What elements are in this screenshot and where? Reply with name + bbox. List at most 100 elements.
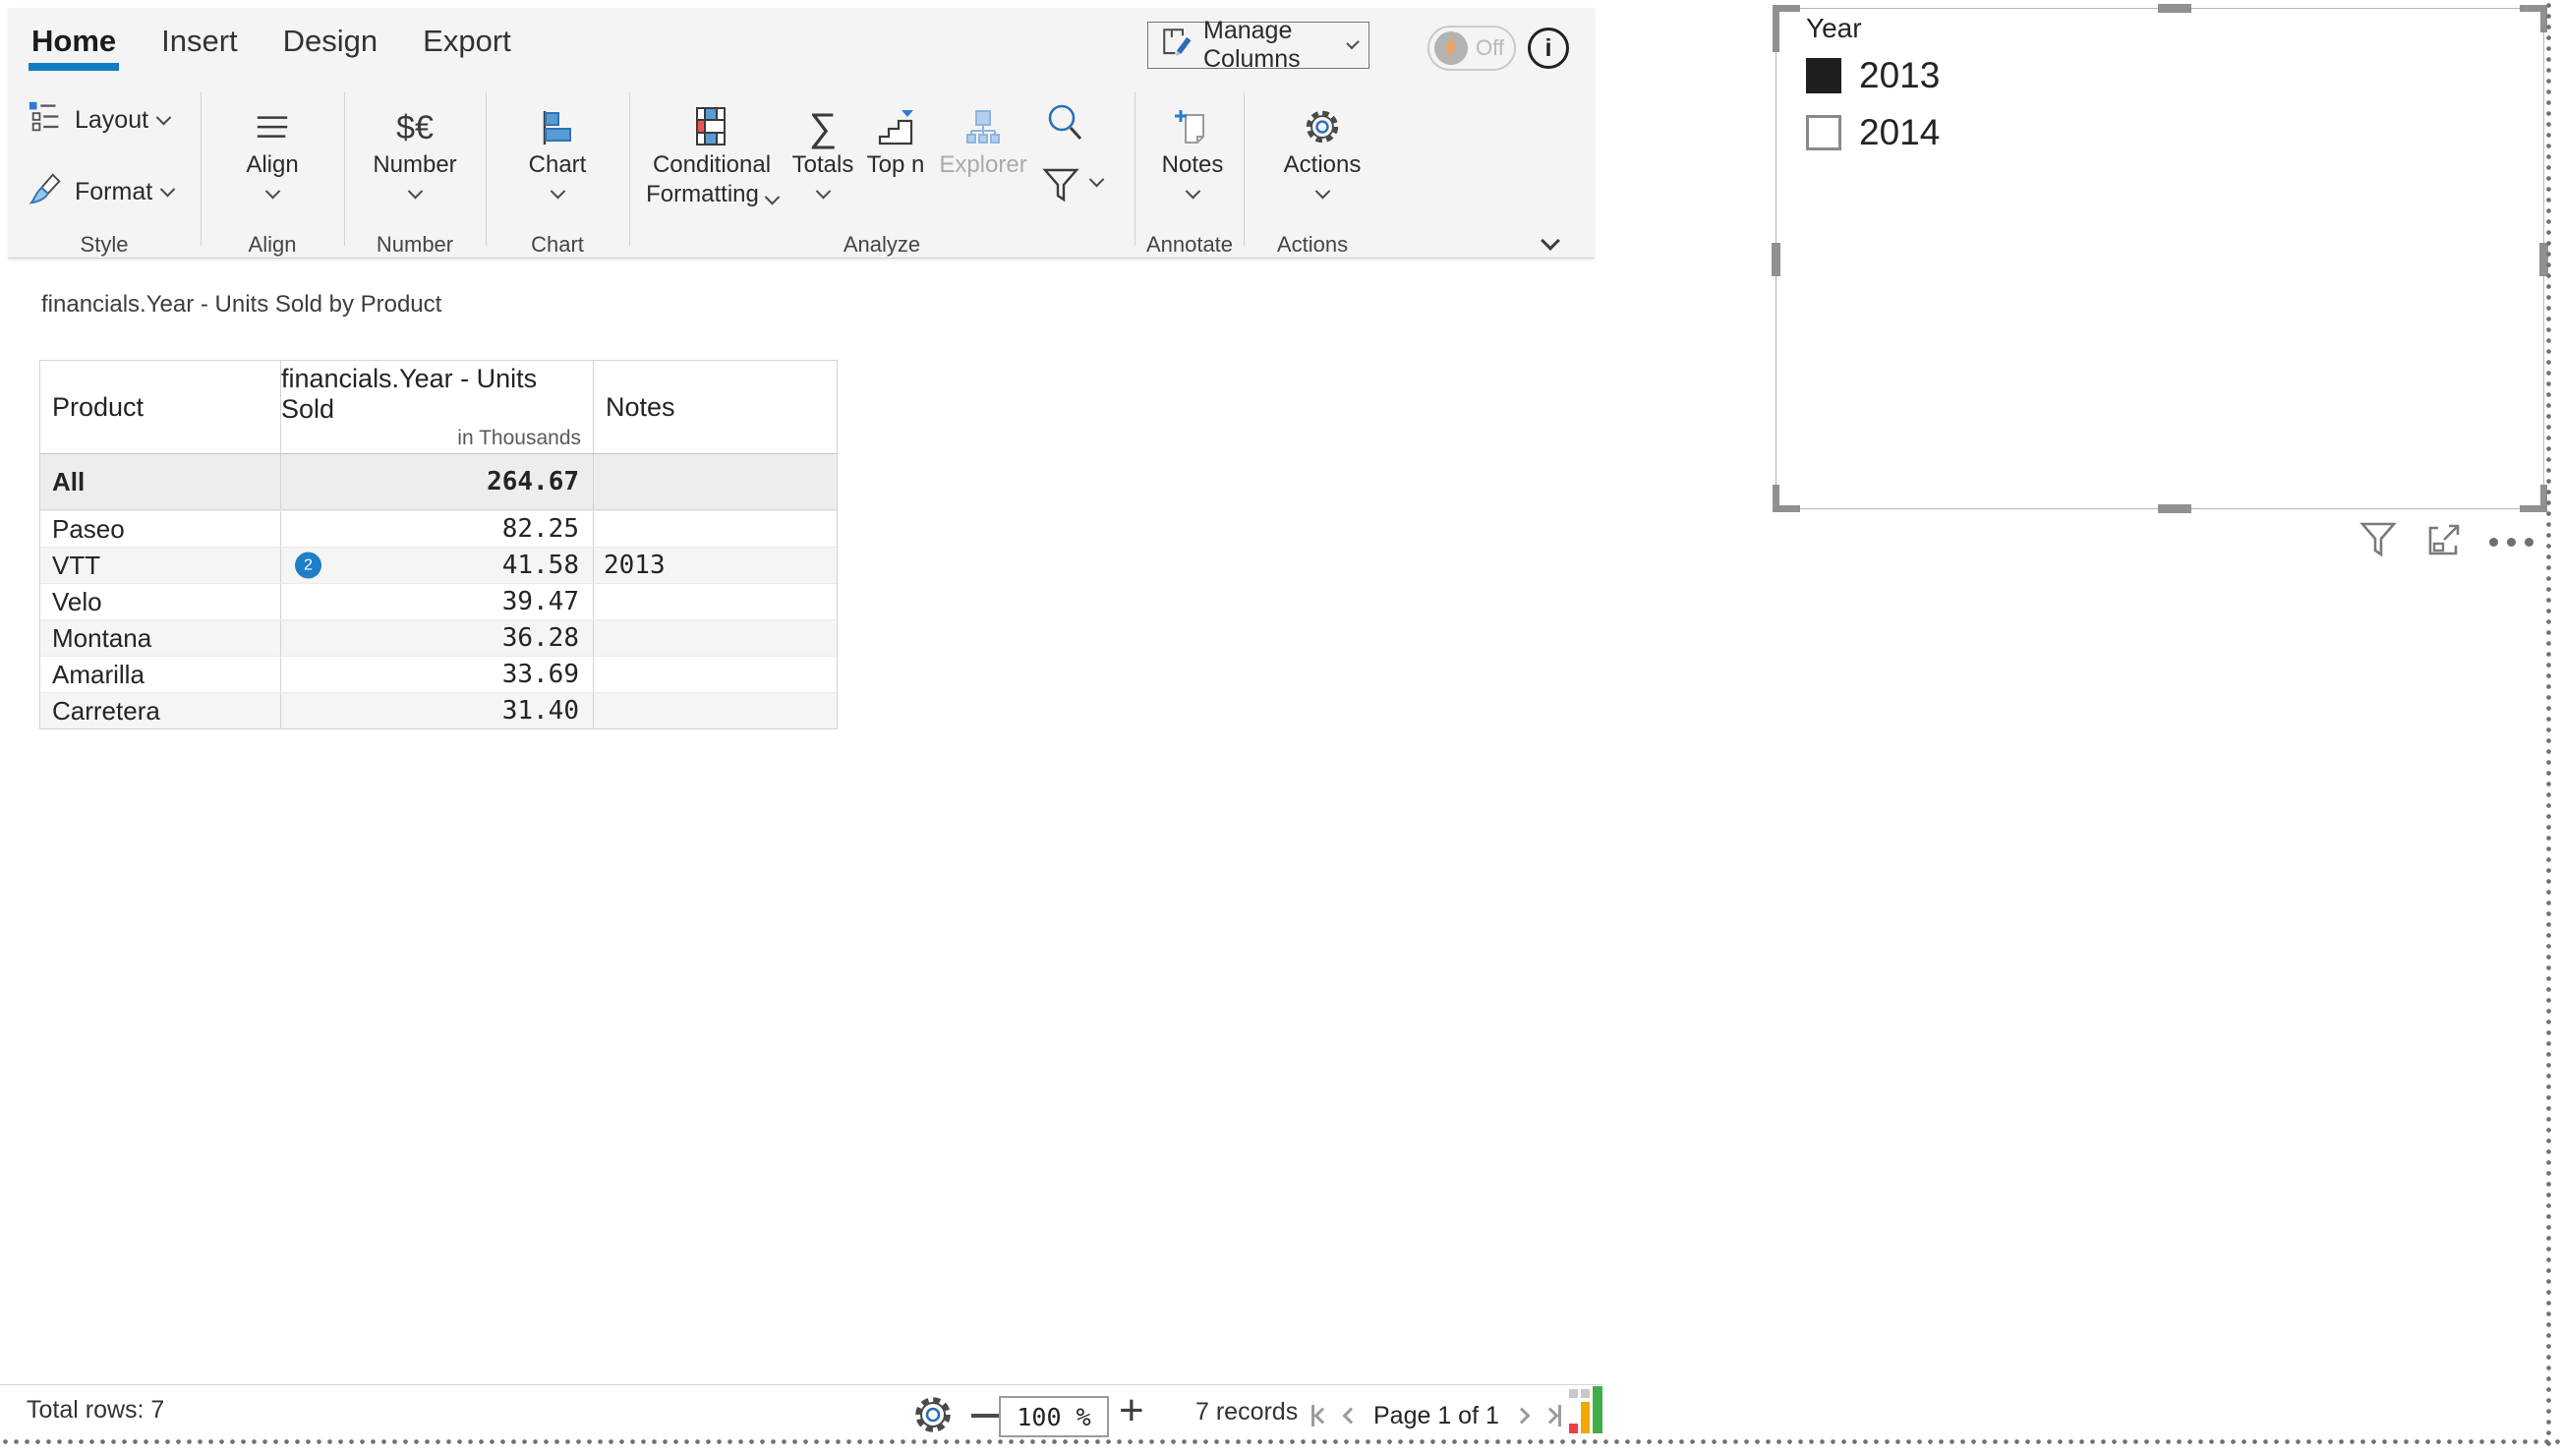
slicer-option-2013[interactable]: 2013 [1806, 56, 1940, 95]
chevron-down-icon [815, 184, 831, 200]
column-header-value[interactable]: financials.Year - Units Sold in Thousand… [280, 361, 593, 453]
data-table: Product financials.Year - Units Sold in … [39, 360, 838, 729]
year-slicer-visual[interactable]: Year 2013 2014 [1776, 8, 2544, 509]
column-header-product[interactable]: Product [40, 361, 280, 453]
gear-icon [1302, 100, 1343, 147]
layout-button[interactable]: Layout [28, 98, 169, 142]
actions-button-label: Actions [1284, 151, 1362, 179]
chart-button-label: Chart [529, 151, 587, 179]
search-icon [1042, 133, 1087, 149]
resize-handle[interactable] [1773, 5, 1779, 52]
number-button[interactable]: $€ Number [361, 100, 469, 200]
table-row[interactable]: Amarilla 33.69 [40, 656, 837, 692]
notes-button[interactable]: Notes [1138, 100, 1247, 200]
first-page-button[interactable] [1311, 1405, 1328, 1427]
notes-cell: 2013 [593, 548, 837, 583]
table-row[interactable]: Paseo 82.25 [40, 510, 837, 547]
top-n-button[interactable]: Top n [850, 100, 941, 179]
explorer-button[interactable]: Explorer [929, 100, 1037, 179]
number-group-label: Number [351, 232, 479, 258]
resize-handle[interactable] [2158, 4, 2191, 13]
focus-mode-icon[interactable] [2424, 520, 2464, 564]
notes-cell [593, 584, 837, 619]
slicer-option-2014[interactable]: 2014 [1806, 113, 1940, 152]
tab-home[interactable]: Home [31, 24, 116, 71]
zoom-level-input[interactable]: 100 % [999, 1396, 1109, 1437]
total-value-cell: 264.67 [280, 454, 593, 509]
value-cell: 82.25 [280, 511, 593, 547]
product-cell: Montana [40, 620, 280, 656]
total-notes-cell [593, 454, 837, 509]
note-count-badge[interactable]: 2 [295, 553, 321, 579]
notes-button-label: Notes [1162, 151, 1224, 179]
checkbox-checked-icon[interactable] [1806, 58, 1841, 93]
next-page-button[interactable] [1513, 1408, 1530, 1425]
format-brush-icon [28, 170, 65, 214]
align-button[interactable]: Align [218, 100, 326, 200]
filter-button[interactable] [1040, 165, 1102, 211]
table-row[interactable]: Carretera 31.40 [40, 692, 837, 728]
tab-insert[interactable]: Insert [161, 24, 238, 71]
explorer-button-label: Explorer [939, 151, 1026, 179]
resize-handle[interactable] [1773, 485, 1779, 512]
align-group-label: Align [208, 232, 336, 258]
slicer-option-label: 2013 [1859, 55, 1940, 96]
explorer-tree-icon [963, 100, 1003, 147]
power-toggle-label: Off [1476, 35, 1504, 61]
bar-chart-icon [538, 100, 577, 147]
product-cell: Amarilla [40, 657, 280, 692]
column-header-notes[interactable]: Notes [593, 361, 837, 453]
notes-cell [593, 693, 837, 728]
tab-export[interactable]: Export [423, 24, 511, 71]
collapse-ribbon-chevron-icon[interactable] [1541, 231, 1560, 251]
table-row[interactable]: Velo 39.47 [40, 583, 837, 619]
visual-filter-icon[interactable] [2358, 519, 2399, 565]
slicer-option-label: 2014 [1859, 112, 1940, 153]
format-button[interactable]: Format [28, 170, 173, 213]
ribbon-tabs: Home Insert Design Export [31, 24, 511, 71]
product-cell: Carretera [40, 693, 280, 728]
previous-page-button[interactable] [1343, 1408, 1360, 1425]
chevron-down-icon [156, 109, 172, 125]
chevron-down-icon [550, 184, 565, 200]
visual-title: financials.Year - Units Sold by Product [41, 291, 441, 319]
group-divider [486, 92, 487, 246]
more-options-icon[interactable] [2489, 538, 2533, 547]
annotate-group-label: Annotate [1126, 232, 1253, 258]
resize-handle[interactable] [1772, 243, 1780, 276]
chart-button[interactable]: Chart [503, 100, 611, 200]
table-row-total[interactable]: All 264.67 [40, 454, 837, 510]
layout-button-label: Layout [75, 106, 148, 135]
ribbon: Home Insert Design Export Layout Format [8, 8, 1595, 259]
chevron-down-icon [1185, 184, 1200, 200]
manage-columns-button[interactable]: Manage Columns [1147, 22, 1369, 69]
chevron-down-icon [1346, 35, 1360, 49]
visual-hover-toolbar [2358, 519, 2533, 565]
records-count: 7 records [1195, 1398, 1298, 1427]
zoom-out-button[interactable] [971, 1414, 999, 1418]
actions-button[interactable]: Actions [1268, 100, 1376, 200]
power-toggle[interactable]: Off [1427, 26, 1516, 71]
group-divider [344, 92, 345, 246]
notes-cell [593, 620, 837, 656]
top-n-button-label: Top n [867, 151, 925, 179]
table-row[interactable]: Montana 36.28 [40, 619, 837, 656]
last-page-button[interactable] [1544, 1405, 1561, 1427]
checkbox-unchecked-icon[interactable] [1806, 115, 1841, 150]
align-lines-icon [254, 100, 291, 147]
search-button[interactable] [1042, 100, 1087, 150]
tab-design[interactable]: Design [283, 24, 378, 71]
table-row[interactable]: VTT 2 41.58 2013 [40, 547, 837, 583]
resize-handle[interactable] [2158, 504, 2191, 513]
table-settings-button[interactable] [910, 1392, 956, 1442]
style-group-label: Style [40, 232, 168, 258]
info-icon[interactable]: i [1528, 28, 1569, 69]
chevron-down-icon [1089, 172, 1105, 188]
manage-columns-label: Manage Columns [1203, 17, 1339, 74]
chart-group-label: Chart [494, 232, 621, 258]
format-button-label: Format [75, 178, 152, 206]
zoom-in-button[interactable]: + [1119, 1386, 1144, 1435]
chevron-down-icon [160, 181, 176, 197]
filter-funnel-icon [1040, 165, 1081, 211]
inforiver-logo [1569, 1386, 1604, 1440]
